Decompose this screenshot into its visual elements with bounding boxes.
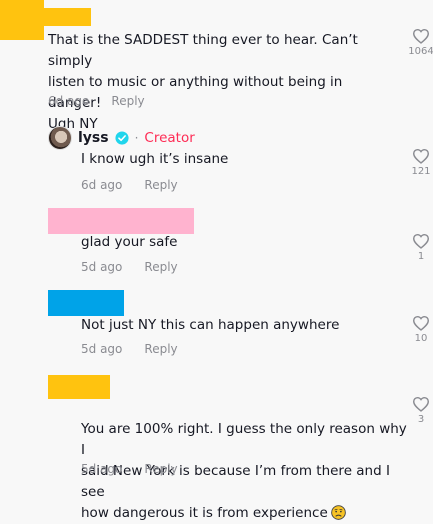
verified-badge-icon	[115, 131, 129, 145]
comment-meta: 6d ago Reply	[48, 94, 145, 108]
like-button[interactable]: 121	[406, 148, 433, 177]
avatar[interactable]	[48, 126, 72, 150]
comment-item: glad your safe 5d ago Reply 1	[0, 200, 433, 285]
like-button[interactable]: 10	[406, 315, 433, 344]
reply-button[interactable]: Reply	[144, 260, 177, 274]
comment-meta: 5d ago Reply	[81, 260, 178, 274]
like-button[interactable]: 3	[406, 396, 433, 425]
creator-label: Creator	[144, 130, 195, 146]
like-button[interactable]: 1	[406, 233, 433, 262]
comment-text: glad your safe	[81, 234, 178, 250]
comment-meta: 5d ago Reply	[81, 462, 178, 476]
like-count: 1064	[408, 46, 433, 57]
comment-timestamp: 6d ago	[48, 94, 90, 108]
comment-timestamp: 5d ago	[81, 260, 123, 274]
comment-timestamp: 5d ago	[81, 342, 123, 356]
comment-meta: 6d ago Reply	[81, 178, 178, 192]
author-name[interactable]: lyss	[78, 130, 109, 146]
reply-button[interactable]: Reply	[144, 462, 177, 476]
comment-meta: 5d ago Reply	[81, 342, 178, 356]
heart-outline-icon	[412, 148, 430, 164]
comment-item: lyss · Creator I know ugh it’s insane 6d…	[0, 115, 433, 200]
comment-author: lyss · Creator	[48, 126, 195, 150]
comment-text: Not just NY this can happen anywhere	[81, 317, 340, 333]
like-count: 121	[411, 166, 431, 177]
comment-timestamp: 6d ago	[81, 178, 123, 192]
heart-outline-icon	[412, 233, 430, 249]
comment-timestamp: 5d ago	[81, 462, 123, 476]
comment-text: I know ugh it’s insane	[81, 151, 229, 167]
worried-face-emoji	[330, 505, 346, 520]
reply-button[interactable]: Reply	[144, 342, 177, 356]
reply-button[interactable]: Reply	[144, 178, 177, 192]
heart-outline-icon	[412, 315, 430, 331]
comment-item: That is the SADDEST thing ever to hear. …	[0, 0, 433, 132]
redacted-username	[48, 375, 110, 399]
like-button[interactable]: 1064	[406, 28, 433, 57]
comment-item: Not just NY this can happen anywhere 5d …	[0, 285, 433, 370]
redacted-username	[48, 208, 194, 234]
comment-text: You are 100% right. I guess the only rea…	[81, 398, 411, 524]
heart-outline-icon	[412, 396, 430, 412]
redacted-username	[48, 290, 124, 316]
comment-item: You are 100% right. I guess the only rea…	[0, 370, 433, 521]
heart-outline-icon	[412, 28, 430, 44]
redacted-username	[0, 0, 44, 40]
like-count: 10	[414, 333, 428, 344]
redacted-username	[44, 8, 91, 26]
like-count: 1	[417, 251, 425, 262]
like-count: 3	[417, 414, 425, 425]
reply-button[interactable]: Reply	[111, 94, 144, 108]
separator-dot: ·	[134, 131, 139, 145]
